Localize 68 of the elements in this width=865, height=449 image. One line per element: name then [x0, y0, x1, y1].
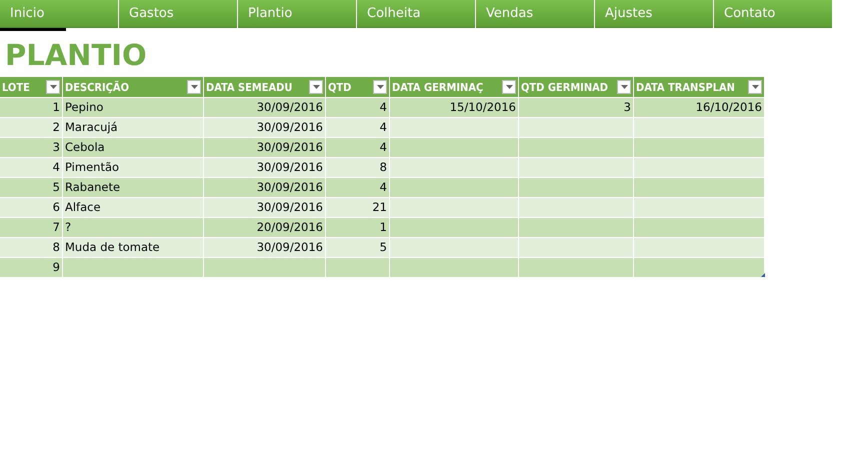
nav-button[interactable]: Contato	[714, 0, 832, 28]
table-cell: Alface	[63, 197, 204, 217]
filter-button[interactable]	[502, 80, 516, 94]
caret-icon	[752, 85, 758, 89]
filter-button[interactable]	[617, 80, 631, 94]
table-cell: 5	[326, 237, 390, 257]
table-cell: 1	[326, 217, 390, 237]
caret-icon	[190, 85, 198, 89]
table-cell: 3	[519, 97, 634, 117]
caret-icon	[312, 85, 320, 89]
table-cell: 30/09/2016	[204, 177, 326, 197]
table-cell: 4	[326, 97, 390, 117]
caret-icon	[506, 85, 512, 89]
cell-cursor	[0, 28, 66, 31]
table-cell: 30/09/2016	[204, 97, 326, 117]
table-cell: ?	[63, 217, 204, 237]
nav-button[interactable]: Plantio	[238, 0, 356, 28]
caret-icon	[50, 85, 56, 89]
filter-button[interactable]	[373, 80, 387, 94]
resize-handle-icon[interactable]	[761, 273, 765, 277]
filter-button[interactable]	[748, 80, 762, 94]
table-cell: 4	[326, 177, 390, 197]
nav-button[interactable]: Inicio	[0, 0, 118, 28]
table-cell: Muda de tomate	[63, 237, 204, 257]
table-cell: Pimentão	[63, 157, 204, 177]
table-cell: 30/09/2016	[204, 197, 326, 217]
column-header-label: QTD	[328, 80, 352, 94]
table-cell: 1	[0, 97, 63, 117]
table-cell: 6	[0, 197, 63, 217]
column-header-label: DATA GERMINAÇ	[392, 80, 484, 94]
column-header-label: QTD GERMINAD	[521, 80, 608, 94]
table-cell: Cebola	[63, 137, 204, 157]
table-cell: 30/09/2016	[204, 157, 326, 177]
table-cell: 2	[0, 117, 63, 137]
table-cell: 3	[0, 137, 63, 157]
filter-button[interactable]	[309, 80, 323, 94]
table-cell: 30/09/2016	[204, 117, 326, 137]
table-cell: Maracujá	[63, 117, 204, 137]
table-cell: 20/09/2016	[204, 217, 326, 237]
column-header-label: DESCRIÇÃO	[65, 80, 130, 94]
table-cell: 5	[0, 177, 63, 197]
filter-button[interactable]	[187, 80, 201, 94]
table-cell: 21	[326, 197, 390, 217]
column-header-label: LOTE	[2, 80, 30, 94]
nav-button[interactable]: Gastos	[119, 0, 237, 28]
caret-icon	[376, 85, 384, 89]
filter-button[interactable]	[46, 80, 60, 94]
nav-button[interactable]: Ajustes	[595, 0, 713, 28]
caret-icon	[620, 85, 628, 89]
table-cell: 16/10/2016	[634, 97, 765, 117]
table-cell: 30/09/2016	[204, 137, 326, 157]
table-cell: Rabanete	[63, 177, 204, 197]
table-cell: 8	[0, 237, 63, 257]
table-cell: 4	[326, 117, 390, 137]
column-header-label: DATA SEMEADU	[206, 80, 292, 94]
nav-button[interactable]: Colheita	[357, 0, 475, 28]
table-cell: 4	[0, 157, 63, 177]
table-cell: Pepino	[63, 97, 204, 117]
table-cell: 7	[0, 217, 63, 237]
table-cell: 8	[326, 157, 390, 177]
table-cell	[326, 257, 390, 277]
table-cell: 15/10/2016	[390, 97, 519, 117]
table-cell: 9	[0, 257, 63, 277]
nav-button[interactable]: Vendas	[476, 0, 594, 28]
column-header-label: DATA TRANSPLAN	[636, 80, 735, 94]
page-title: PLANTIO	[5, 37, 148, 73]
table-cell: 30/09/2016	[204, 237, 326, 257]
table-cell: 4	[326, 137, 390, 157]
